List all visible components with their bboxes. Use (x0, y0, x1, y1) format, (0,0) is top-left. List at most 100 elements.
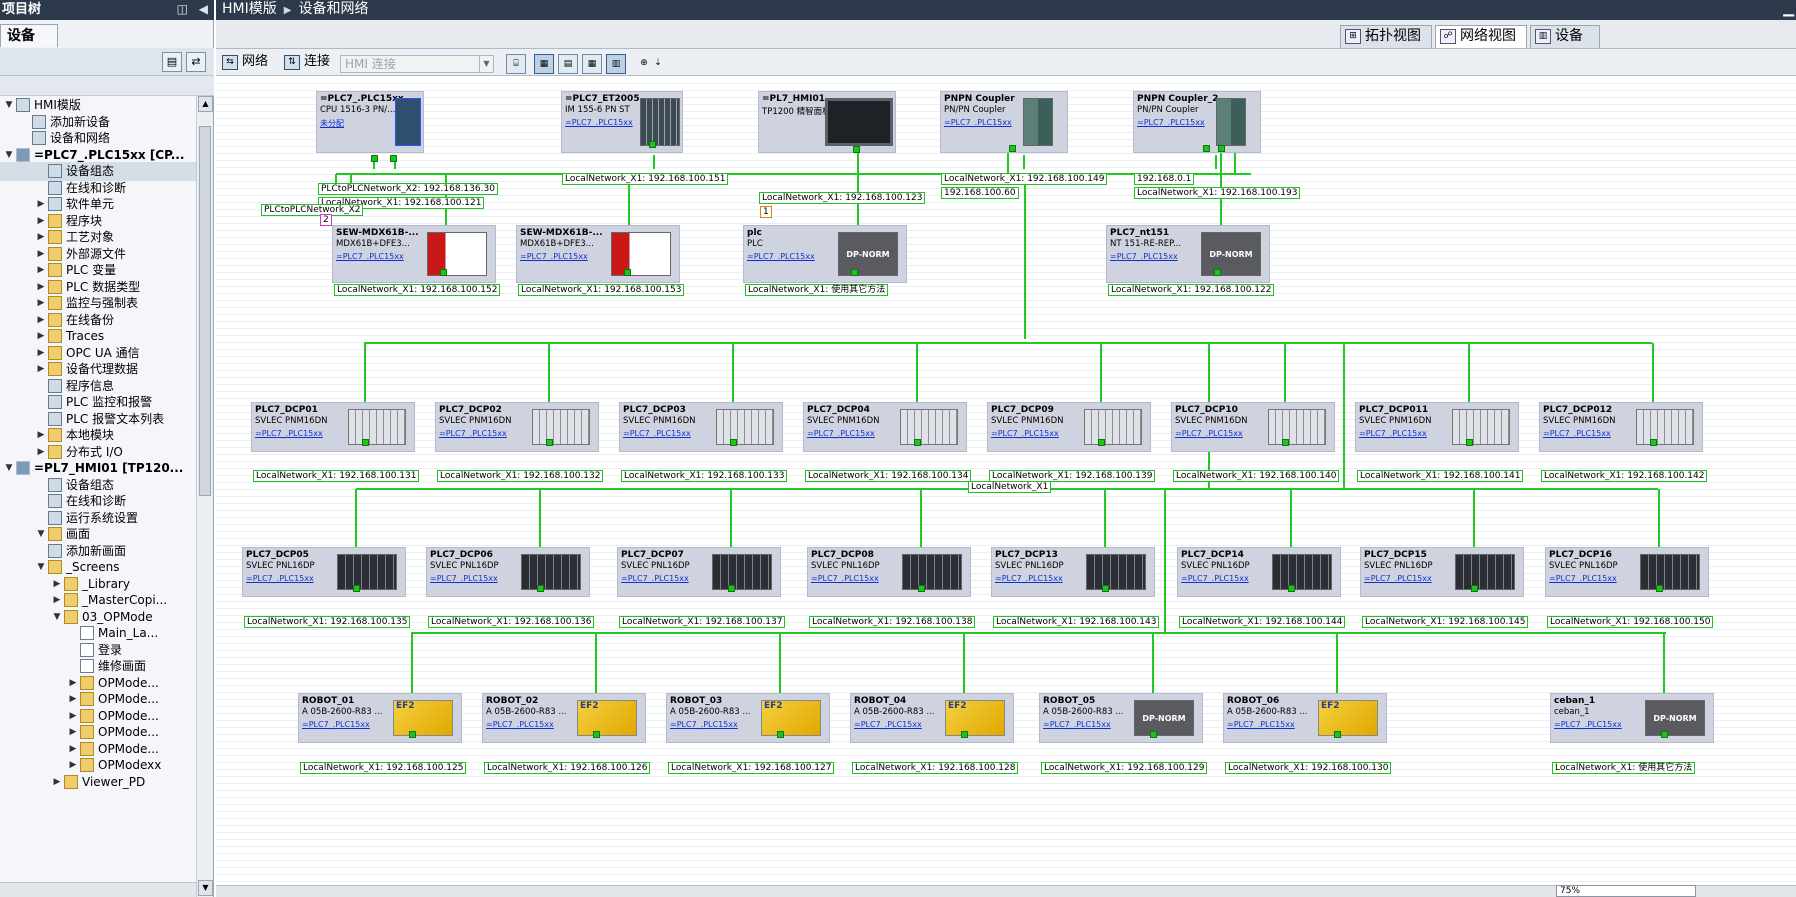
device-link[interactable]: 未分配 (320, 118, 344, 129)
port-icon[interactable] (1661, 731, 1668, 738)
tree-vertical-scrollbar[interactable]: ▲ ▼ (196, 96, 213, 897)
device-link[interactable]: =PLC7_.PLC15xx (670, 720, 738, 729)
device-link[interactable]: =PLC7_.PLC15xx (1554, 720, 1622, 729)
pin-icon[interactable]: ◫ (177, 0, 188, 19)
device-box[interactable]: plc PLC =PLC7_.PLC15xx DP-NORM (743, 225, 907, 283)
tab-topology-view[interactable]: ⊞ 拓扑视图 (1340, 25, 1432, 48)
network-address-label[interactable]: LocalNetwork_X1: 使用其它方法 (745, 284, 889, 296)
device-box[interactable]: ROBOT_05 A 05B-2600-R83 ... =PLC7_.PLC15xx… (1039, 693, 1203, 743)
scroll-thumb[interactable] (199, 126, 211, 496)
device-box[interactable]: ROBOT_02 A 05B-2600-R83 ... =PLC7_.PLC15xx… (482, 693, 646, 743)
device-link[interactable]: =PLC7_.PLC15xx (520, 252, 588, 261)
device-box[interactable]: ROBOT_04 A 05B-2600-R83 ... =PLC7_.PLC15xx… (850, 693, 1014, 743)
port-icon[interactable] (1656, 585, 1663, 592)
port-icon[interactable] (728, 585, 735, 592)
device-box[interactable]: PLC7_DCP10 SVLEC PNM16DN =PLC7_.PLC15xx (1171, 402, 1335, 452)
port-icon[interactable] (853, 146, 860, 153)
device-box[interactable]: PLC7_nt151 NT 151-RE-REP... =PLC7_.PLC15xx… (1106, 225, 1270, 283)
network-address-label[interactable]: LocalNetwork_X1: 192.168.100.129 (1041, 762, 1208, 774)
network-address-label[interactable]: LocalNetwork_X1: 192.168.100.152 (334, 284, 501, 296)
device-box[interactable]: PLC7_DCP011 SVLEC PNM16DN =PLC7_.PLC15xx (1355, 402, 1519, 452)
network-address-label[interactable]: LocalNetwork_X1: 192.168.100.136 (428, 616, 595, 628)
port-icon[interactable] (730, 439, 737, 446)
port-icon[interactable] (390, 155, 397, 162)
port-icon[interactable] (371, 155, 378, 162)
device-link[interactable]: =PLC7_.PLC15xx (255, 429, 323, 438)
address-table-icon[interactable]: ⌸ (506, 54, 526, 74)
port-icon[interactable] (362, 439, 369, 446)
minimize-icon[interactable]: ▁ (1783, 0, 1794, 19)
device-box[interactable]: ROBOT_03 A 05B-2600-R83 ... =PLC7_.PLC15xx… (666, 693, 830, 743)
network-address-label[interactable]: PLCtoPLCNetwork_X2: 192.168.136.30 (318, 183, 498, 195)
device-box[interactable]: PNPN Coupler PN/PN Coupler =PLC7_.PLC15xx (940, 91, 1068, 153)
device-box[interactable]: ROBOT_06 A 05B-2600-R83 ... =PLC7_.PLC15xx… (1223, 693, 1387, 743)
tree-item[interactable]: ▶ Viewer_PD (0, 773, 196, 792)
port-icon[interactable] (1203, 145, 1210, 152)
device-box[interactable]: PLC7_DCP07 SVLEC PNL16DP =PLC7_.PLC15xx (617, 547, 781, 597)
network-address-label[interactable]: LocalNetwork_X1: 192.168.100.134 (805, 470, 972, 482)
device-link[interactable]: =PLC7_.PLC15xx (1137, 118, 1205, 127)
tab-network-view[interactable]: ☍ 网络视图 (1435, 25, 1527, 48)
device-link[interactable]: =PLC7_.PLC15xx (1543, 429, 1611, 438)
device-link[interactable]: =PLC7_.PLC15xx (486, 720, 554, 729)
overview-toggle-icon[interactable]: ▥ (606, 54, 626, 74)
device-box[interactable]: PLC7_DCP03 SVLEC PNM16DN =PLC7_.PLC15xx (619, 402, 783, 452)
device-link[interactable]: =PLC7_.PLC15xx (302, 720, 370, 729)
device-link[interactable]: =PLC7_.PLC15xx (854, 720, 922, 729)
device-box[interactable]: PLC7_DCP02 SVLEC PNM16DN =PLC7_.PLC15xx (435, 402, 599, 452)
network-address-label[interactable]: LocalNetwork_X1: 192.168.100.132 (437, 470, 604, 482)
port-icon[interactable] (440, 269, 447, 276)
zoom-icon[interactable]: ⊕ (634, 54, 654, 74)
device-link[interactable]: =PLC7_.PLC15xx (1549, 574, 1617, 583)
device-box[interactable]: PLC7_DCP08 SVLEC PNL16DP =PLC7_.PLC15xx (807, 547, 971, 597)
network-address-label[interactable]: LocalNetwork_X1: 192.168.100.193 (1134, 187, 1301, 199)
port-icon[interactable] (649, 141, 656, 148)
port-icon[interactable] (624, 269, 631, 276)
tree-horizontal-scrollbar[interactable] (0, 882, 196, 897)
device-link[interactable]: =PLC7_.PLC15xx (995, 574, 1063, 583)
device-link[interactable]: =PLC7_.PLC15xx (747, 252, 815, 261)
zoom-menu-icon[interactable]: ⇣ (652, 54, 664, 74)
connect-mode-button[interactable]: ⇅ 连接 (282, 53, 330, 73)
port-icon[interactable] (1471, 585, 1478, 592)
port-icon[interactable] (1102, 585, 1109, 592)
network-address-label[interactable]: LocalNetwork_X1: 使用其它方法 (1552, 762, 1696, 774)
network-address-label[interactable]: 192.168.0.1 (1134, 173, 1195, 185)
device-link[interactable]: =PLC7_.PLC15xx (807, 429, 875, 438)
hmi-connection-select[interactable]: HMI 连接 ▼ (340, 55, 494, 73)
network-address-label[interactable]: LocalNetwork_X1: 192.168.100.141 (1357, 470, 1524, 482)
device-box[interactable]: PLC7_DCP13 SVLEC PNL16DP =PLC7_.PLC15xx (991, 547, 1155, 597)
port-icon[interactable] (1009, 145, 1016, 152)
port-icon[interactable] (1334, 731, 1341, 738)
network-mode-button[interactable]: ⇆ 网络 (220, 53, 268, 73)
network-address-label[interactable]: LocalNetwork_X1: 192.168.100.131 (253, 470, 420, 482)
device-box[interactable]: ceban_1 ceban_1 =PLC7_.PLC15xx DP-NORM (1550, 693, 1714, 743)
port-icon[interactable] (918, 585, 925, 592)
network-address-label[interactable]: LocalNetwork_X1: 192.168.100.128 (852, 762, 1019, 774)
network-address-label[interactable]: LocalNetwork_X1: 192.168.100.126 (484, 762, 651, 774)
network-canvas[interactable]: =PLC7_.PLC15xx CPU 1516-3 PN/... 未分配 =PLC7_… (216, 77, 1796, 885)
device-link[interactable]: =PLC7_.PLC15xx (439, 429, 507, 438)
device-box[interactable]: =PL7_HMI01 TP1200 精智面板 (758, 91, 896, 153)
device-link[interactable]: =PLC7_.PLC15xx (944, 118, 1012, 127)
device-link[interactable]: =PLC7_.PLC15xx (430, 574, 498, 583)
network-address-label[interactable]: LocalNetwork_X1: 192.168.100.127 (668, 762, 835, 774)
subnet-label[interactable]: PLCtoPLCNetwork_X2 (261, 204, 364, 216)
port-icon[interactable] (1218, 145, 1225, 152)
network-address-label[interactable]: LocalNetwork_X1: 192.168.100.123 (759, 192, 926, 204)
device-box[interactable]: ROBOT_01 A 05B-2600-R83 ... =PLC7_.PLC15xx… (298, 693, 462, 743)
device-link[interactable]: =PLC7_.PLC15xx (621, 574, 689, 583)
device-box[interactable]: PLC7_DCP16 SVLEC PNL16DP =PLC7_.PLC15xx (1545, 547, 1709, 597)
device-box[interactable]: =PLC7_.PLC15xx CPU 1516-3 PN/... 未分配 (316, 91, 424, 153)
device-box[interactable]: PLC7_DCP04 SVLEC PNM16DN =PLC7_.PLC15xx (803, 402, 967, 452)
network-address-label[interactable]: LocalNetwork_X1: 192.168.100.133 (621, 470, 788, 482)
sync-icon[interactable]: ⇄ (186, 52, 206, 72)
device-box[interactable]: PLC7_DCP15 SVLEC PNL16DP =PLC7_.PLC15xx (1360, 547, 1524, 597)
port-icon[interactable] (1650, 439, 1657, 446)
device-link[interactable]: =PLC7_.PLC15xx (1364, 574, 1432, 583)
device-box[interactable]: PLC7_DCP01 SVLEC PNM16DN =PLC7_.PLC15xx (251, 402, 415, 452)
device-link[interactable]: =PLC7_.PLC15xx (565, 118, 633, 127)
device-box[interactable]: PNPN Coupler_2 PN/PN Coupler =PLC7_.PLC15x… (1133, 91, 1261, 153)
device-link[interactable]: =PLC7_.PLC15xx (623, 429, 691, 438)
device-link[interactable]: =PLC7_.PLC15xx (1227, 720, 1295, 729)
